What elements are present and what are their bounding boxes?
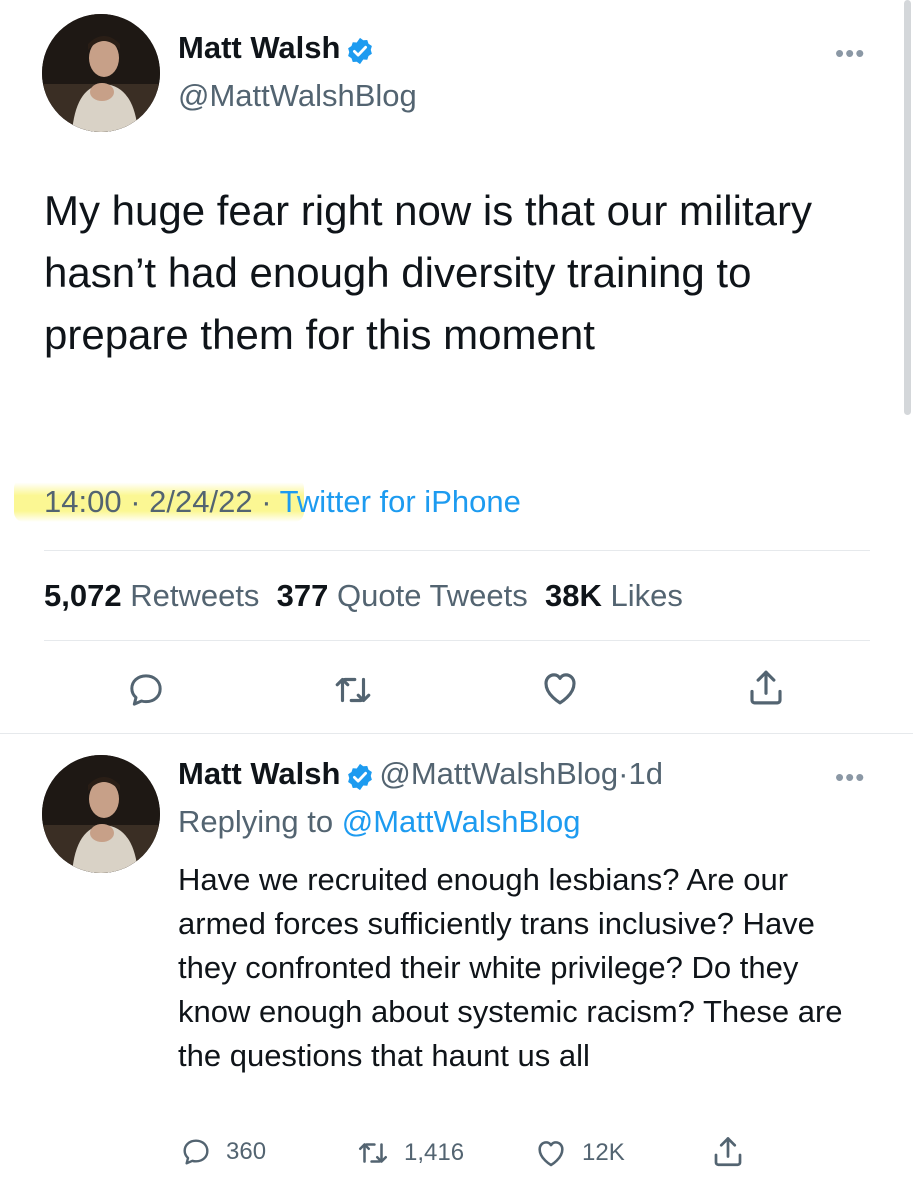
reply-tweet-text: Have we recruited enough lesbians? Are o… (178, 862, 843, 1073)
verified-badge-icon (345, 762, 375, 797)
retweets-count: 5,072 (44, 578, 122, 613)
retweet-button[interactable] (329, 666, 377, 714)
reply-like-button[interactable]: 12K (534, 1136, 625, 1170)
meta-separator: · (261, 484, 272, 519)
reply-author-avatar[interactable] (42, 755, 160, 873)
meta-separator: · (130, 484, 141, 519)
author-handle[interactable]: @MattWalshBlog (178, 78, 417, 114)
likes-label: Likes (610, 578, 683, 613)
avatar-photo (42, 14, 160, 132)
author-avatar[interactable] (42, 14, 160, 132)
quotes-count: 377 (276, 578, 329, 613)
reply-author-name[interactable]: Matt Walsh (178, 756, 340, 791)
meta-separator: · (618, 756, 629, 791)
reply-more-options-icon[interactable]: ••• (835, 762, 865, 793)
divider (44, 640, 870, 641)
retweet-icon (335, 677, 371, 703)
reply-time-ago[interactable]: 1d (629, 756, 663, 791)
tweet-text: My huge fear right now is that our milit… (44, 187, 812, 358)
author-name[interactable]: Matt Walsh (178, 30, 340, 65)
more-options-icon[interactable]: ••• (835, 38, 865, 69)
like-count: 12K (582, 1139, 625, 1166)
reply-retweet-button[interactable]: 1,416 (356, 1136, 464, 1170)
tweet-date: 2/24/22 (149, 484, 253, 519)
tweet-source-link[interactable]: Twitter for iPhone (280, 484, 521, 519)
likes-count: 38K (544, 578, 602, 613)
retweets-label: Retweets (130, 578, 260, 613)
reply-author-handle[interactable]: @MattWalshBlog (379, 756, 618, 791)
quotes-label: Quote Tweets (337, 578, 528, 613)
divider (0, 733, 913, 734)
quote-tweets-stat[interactable]: 377 Quote Tweets (277, 578, 528, 613)
tweet-time: 14:00 (44, 484, 122, 519)
reply-button[interactable] (122, 666, 170, 714)
avatar-photo (42, 755, 160, 873)
retweets-stat[interactable]: 5,072 Retweets (44, 578, 259, 613)
share-icon (714, 1137, 742, 1167)
replying-prefix: Replying to (178, 804, 334, 839)
reply-icon (130, 674, 162, 706)
share-icon (750, 670, 782, 705)
share-button[interactable] (742, 664, 790, 712)
retweet-icon (358, 1143, 388, 1163)
replying-to-link[interactable]: @MattWalshBlog (342, 804, 581, 839)
retweet-count: 1,416 (404, 1139, 465, 1166)
reply-count: 360 (226, 1138, 267, 1165)
reply-reply-button[interactable]: 360 (180, 1136, 266, 1168)
verified-badge-icon (345, 36, 375, 71)
scrollbar[interactable] (904, 0, 911, 415)
reply-icon (183, 1139, 209, 1165)
reply-share-button[interactable] (710, 1134, 746, 1170)
like-icon (544, 673, 576, 705)
like-icon (538, 1141, 564, 1167)
likes-stat[interactable]: 38K Likes (545, 578, 683, 613)
like-button[interactable] (536, 664, 584, 712)
divider (44, 550, 870, 551)
